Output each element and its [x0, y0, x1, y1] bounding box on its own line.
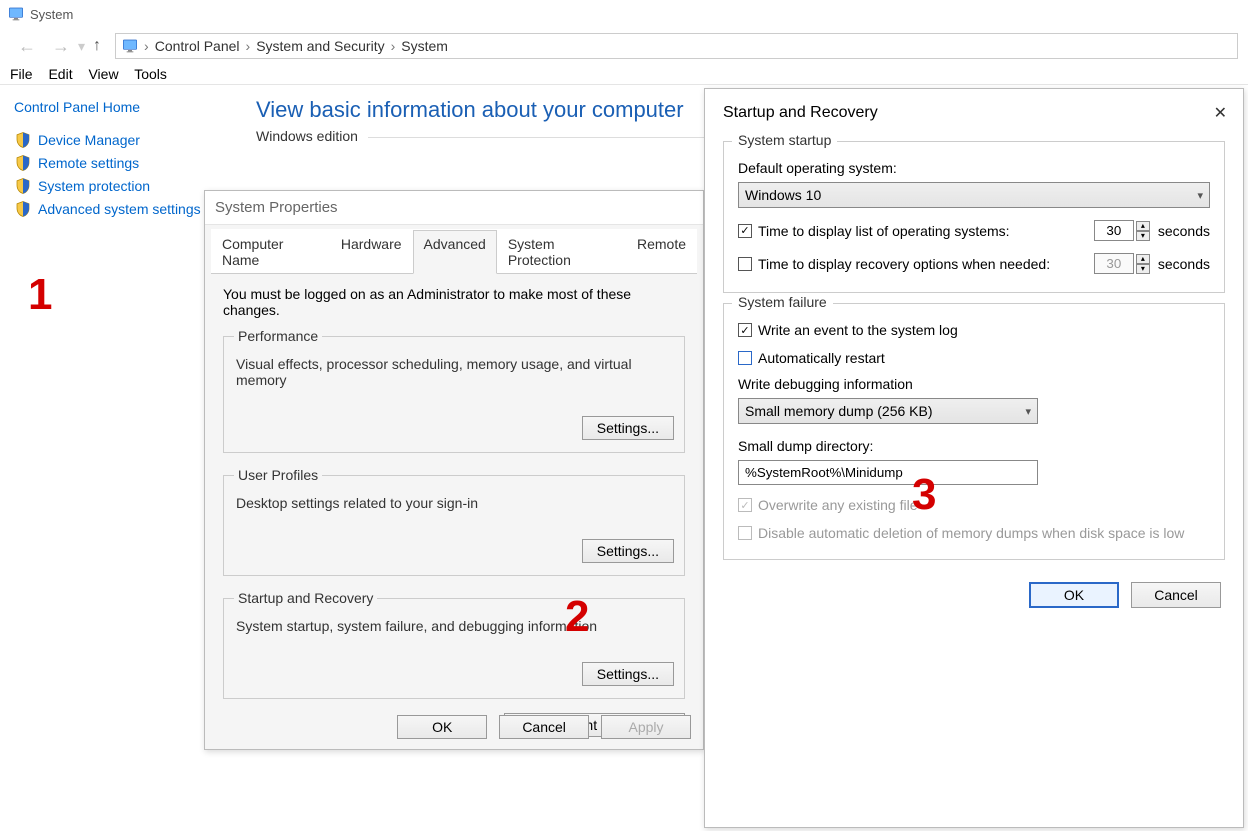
breadcrumb[interactable]: System and Security [256, 38, 384, 54]
system-failure-group: System failure Write an event to the sys… [723, 303, 1225, 560]
write-event-checkbox[interactable] [738, 323, 752, 337]
menu-tools[interactable]: Tools [134, 66, 167, 82]
sidebar-item-system-protection[interactable]: System protection [14, 177, 236, 195]
annotation-3: 3 [912, 470, 936, 520]
sidebar-item-label: Advanced system settings [38, 201, 201, 217]
spin-up-icon[interactable]: ▴ [1136, 221, 1150, 231]
tab-hardware[interactable]: Hardware [330, 230, 413, 274]
startup-recovery-legend: Startup and Recovery [234, 590, 377, 606]
shield-icon [14, 200, 32, 218]
chevron-down-icon: ▾ [1197, 189, 1203, 202]
back-arrow-icon[interactable]: ← [10, 36, 44, 57]
tab-remote[interactable]: Remote [626, 230, 697, 274]
navbar: ← → ▾ ↑ › Control Panel › System and Sec… [0, 28, 1248, 64]
startup-recovery-desc: System startup, system failure, and debu… [236, 618, 672, 634]
system-icon [8, 6, 24, 22]
write-event-label: Write an event to the system log [758, 322, 1210, 338]
menu-file[interactable]: File [10, 66, 33, 82]
dialog-title: System Properties [205, 191, 703, 225]
tab-computer-name[interactable]: Computer Name [211, 230, 330, 274]
default-os-value: Windows 10 [745, 187, 821, 203]
shield-icon [14, 177, 32, 195]
titlebar: System [0, 0, 1248, 28]
startup-recovery-dialog: Startup and Recovery ✕ System startup De… [704, 88, 1244, 828]
sidebar-item-advanced-system-settings[interactable]: Advanced system settings [14, 200, 236, 218]
spin-down-icon: ▾ [1136, 264, 1150, 274]
breadcrumb[interactable]: System [401, 38, 448, 54]
overwrite-label: Overwrite any existing file [758, 497, 1210, 513]
startup-recovery-group: Startup and Recovery System startup, sys… [223, 590, 685, 699]
disable-deletion-checkbox [738, 526, 752, 540]
cancel-button[interactable]: Cancel [1131, 582, 1221, 608]
recovery-options-seconds-input [1094, 253, 1134, 274]
menu-view[interactable]: View [88, 66, 118, 82]
system-startup-legend: System startup [732, 132, 837, 148]
dump-type-select[interactable]: Small memory dump (256 KB) ▾ [738, 398, 1038, 424]
spinner: ▴▾ [1136, 254, 1150, 274]
recovery-options-checkbox[interactable] [738, 257, 752, 271]
tab-advanced[interactable]: Advanced [413, 230, 497, 274]
forward-arrow-icon[interactable]: → [44, 36, 78, 57]
default-os-label: Default operating system: [738, 160, 1210, 176]
monitor-icon [122, 38, 138, 54]
seconds-label: seconds [1158, 256, 1210, 272]
ok-button[interactable]: OK [1029, 582, 1119, 608]
sidebar-item-label: Device Manager [38, 132, 140, 148]
spin-up-icon: ▴ [1136, 254, 1150, 264]
dump-dir-label: Small dump directory: [738, 438, 1210, 454]
dump-type-value: Small memory dump (256 KB) [745, 403, 933, 419]
window-title: System [30, 7, 73, 22]
tab-system-protection[interactable]: System Protection [497, 230, 626, 274]
user-profiles-group: User Profiles Desktop settings related t… [223, 467, 685, 576]
write-debugging-label: Write debugging information [738, 376, 1210, 392]
show-os-list-seconds-input[interactable] [1094, 220, 1134, 241]
ok-button[interactable]: OK [397, 715, 487, 739]
shield-icon [14, 131, 32, 149]
chevron-down-icon: ▾ [1025, 405, 1031, 418]
sidebar-item-device-manager[interactable]: Device Manager [14, 131, 236, 149]
dump-dir-input[interactable] [738, 460, 1038, 485]
apply-button[interactable]: Apply [601, 715, 691, 739]
show-os-list-checkbox[interactable] [738, 224, 752, 238]
auto-restart-label: Automatically restart [758, 350, 1210, 366]
windows-edition-label: Windows edition [256, 128, 368, 144]
auto-restart-checkbox[interactable] [738, 351, 752, 365]
system-properties-dialog: System Properties Computer Name Hardware… [204, 190, 704, 750]
startup-recovery-settings-button[interactable]: Settings... [582, 662, 674, 686]
shield-icon [14, 154, 32, 172]
performance-desc: Visual effects, processor scheduling, me… [236, 356, 672, 388]
sidebar-item-remote-settings[interactable]: Remote settings [14, 154, 236, 172]
control-panel-home-link[interactable]: Control Panel Home [14, 99, 236, 115]
disable-deletion-label: Disable automatic deletion of memory dum… [758, 525, 1210, 541]
address-bar[interactable]: › Control Panel › System and Security › … [115, 33, 1238, 59]
spin-down-icon[interactable]: ▾ [1136, 231, 1150, 241]
annotation-2: 2 [565, 592, 589, 642]
default-os-select[interactable]: Windows 10 ▾ [738, 182, 1210, 208]
show-os-list-label: Time to display list of operating system… [758, 223, 1094, 239]
user-profiles-desc: Desktop settings related to your sign-in [236, 495, 672, 511]
seconds-label: seconds [1158, 223, 1210, 239]
recovery-options-label: Time to display recovery options when ne… [758, 256, 1094, 272]
annotation-1: 1 [28, 270, 52, 320]
user-profiles-legend: User Profiles [234, 467, 322, 483]
performance-legend: Performance [234, 328, 322, 344]
admin-note: You must be logged on as an Administrato… [223, 286, 685, 318]
spinner[interactable]: ▴▾ [1136, 221, 1150, 241]
menubar: File Edit View Tools [0, 64, 1248, 85]
up-arrow-icon[interactable]: ↑ [85, 37, 109, 55]
performance-group: Performance Visual effects, processor sc… [223, 328, 685, 453]
cancel-button[interactable]: Cancel [499, 715, 589, 739]
tabs: Computer Name Hardware Advanced System P… [211, 229, 697, 274]
performance-settings-button[interactable]: Settings... [582, 416, 674, 440]
overwrite-checkbox [738, 498, 752, 512]
breadcrumb[interactable]: Control Panel [155, 38, 240, 54]
system-startup-group: System startup Default operating system:… [723, 141, 1225, 293]
menu-edit[interactable]: Edit [48, 66, 72, 82]
system-failure-legend: System failure [732, 294, 833, 310]
sidebar-item-label: System protection [38, 178, 150, 194]
close-icon[interactable]: ✕ [1214, 103, 1227, 123]
sidebar-item-label: Remote settings [38, 155, 139, 171]
user-profiles-settings-button[interactable]: Settings... [582, 539, 674, 563]
dialog-title: Startup and Recovery [723, 104, 878, 122]
